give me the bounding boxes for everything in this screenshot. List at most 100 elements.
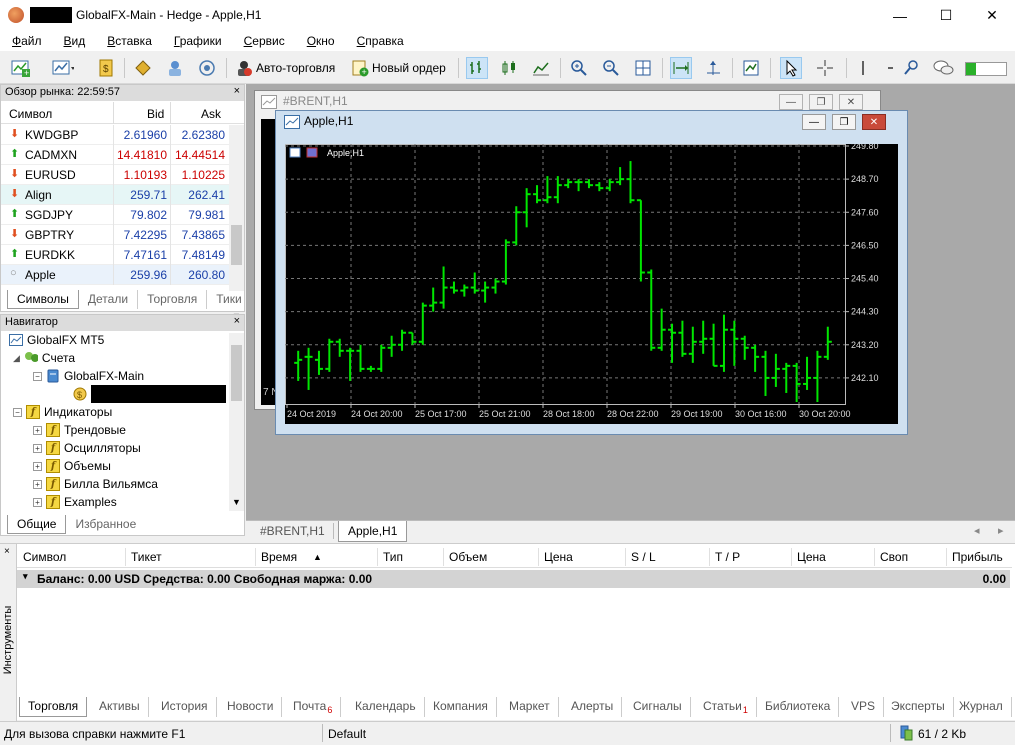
menu-view[interactable]: Вид (52, 31, 96, 51)
chart-tab-apple[interactable]: Apple,H1 (338, 521, 408, 542)
nav-account-login[interactable]: $ (73, 385, 226, 403)
toolbox-column-header[interactable]: Тикет (131, 550, 162, 564)
toolbox-column-header[interactable]: Время (261, 550, 297, 564)
price-chart[interactable]: 249.80 248.70 247.60 246.50 245.40 244.30 243.… (285, 144, 898, 424)
market-watch-row[interactable]: ⬆ CADMXN 14.41810 14.44514 (1, 145, 229, 165)
toolbox-tab[interactable]: Журнал (951, 697, 1012, 717)
toolbox-tab[interactable]: Торговля (19, 697, 88, 717)
autotrading-button[interactable]: Авто-торговля (232, 57, 338, 79)
scrollbar-thumb[interactable] (231, 345, 242, 401)
scroll-down-icon[interactable]: ▼ (232, 497, 241, 507)
market-watch-row[interactable]: ⬇ EURUSD 1.10193 1.10225 (1, 165, 229, 185)
toolbox-tab[interactable]: Активы (91, 697, 149, 717)
market-watch-scrollbar[interactable]: ▼ (229, 125, 244, 321)
tab-trading[interactable]: Торговля (138, 290, 208, 309)
profiles-icon[interactable] (52, 57, 74, 79)
tab-details[interactable]: Детали (79, 290, 139, 309)
market-watch-row[interactable]: ○ Apple 259.96 260.80 (1, 265, 229, 285)
column-header-bid[interactable]: Bid (147, 107, 164, 121)
menu-charts[interactable]: Графики (162, 31, 232, 51)
column-header-ask[interactable]: Ask (201, 107, 221, 121)
market-watch-row[interactable]: ⬆ EURDKK 7.47161 7.48149 (1, 245, 229, 265)
maximize-button[interactable]: ☐ (923, 0, 969, 31)
autoscroll-icon[interactable] (670, 57, 692, 79)
toolbox-tab[interactable]: История (153, 697, 217, 717)
candlestick-chart-icon[interactable] (498, 57, 520, 79)
signals-icon[interactable] (196, 57, 218, 79)
market-watch-row[interactable]: ⬇ KWDGBP 2.61960 2.62380 (1, 125, 229, 145)
toolbox-column-header[interactable]: Цена (544, 550, 573, 564)
menu-insert[interactable]: Вставка (95, 31, 162, 51)
chart-tab-brent[interactable]: #BRENT,H1 (252, 523, 334, 539)
chart-minimize-button[interactable]: — (802, 114, 826, 130)
status-profile[interactable]: Default (328, 727, 366, 741)
toolbox-column-header[interactable]: Тип (383, 550, 403, 564)
nav-indicator-group[interactable]: + f Осцилляторы (33, 439, 141, 457)
chart-restore-button[interactable]: ❐ (832, 114, 856, 130)
toolbox-tab[interactable]: Календарь (347, 697, 425, 717)
column-header-symbol[interactable]: Символ (9, 107, 52, 121)
toolbox-column-header[interactable]: Прибыль (952, 550, 1003, 564)
toolbox-close-button[interactable]: × (4, 546, 10, 557)
toolbox-tab[interactable]: Алерты (563, 697, 623, 717)
chart-shift-icon[interactable] (702, 57, 724, 79)
market-watch-row[interactable]: ⬇ Align 259.71 262.41 (1, 185, 229, 205)
tab-ticks[interactable]: Тики (207, 290, 250, 309)
toolbox-tab[interactable]: Новости (219, 697, 283, 717)
menu-window[interactable]: Окно (295, 31, 345, 51)
market-watch-row[interactable]: ⬆ SGDJPY 79.802 79.981 (1, 205, 229, 225)
data-window-icon[interactable] (132, 57, 154, 79)
toolbox-column-header[interactable]: Своп (880, 550, 908, 564)
bar-chart-icon[interactable] (466, 57, 488, 79)
new-order-button[interactable]: + Новый ордер (348, 57, 449, 79)
toolbox-tab[interactable]: Почта6 (285, 697, 342, 717)
toolbox-column-header[interactable]: Символ (23, 550, 66, 564)
line-chart-icon[interactable] (530, 57, 552, 79)
chart-close-button[interactable]: ✕ (862, 114, 886, 130)
toolbox-tab[interactable]: Компания (425, 697, 497, 717)
nav-accounts[interactable]: ◢ Счета (13, 349, 75, 367)
toolbox-column-header[interactable]: Объем (449, 550, 487, 564)
market-watch-close-button[interactable]: × (234, 85, 240, 97)
tab-favorites[interactable]: Избранное (66, 515, 145, 534)
minimize-button[interactable]: — (877, 0, 923, 31)
chart-close-button[interactable]: ✕ (839, 94, 863, 110)
toolbox-column-header[interactable]: S / L (631, 550, 656, 564)
indicators-list-icon[interactable] (740, 57, 762, 79)
menu-tools[interactable]: Сервис (232, 31, 295, 51)
horizontal-dash-icon[interactable] (880, 57, 902, 79)
tile-windows-icon[interactable] (632, 57, 654, 79)
scroll-left-icon[interactable]: ◂ (974, 524, 980, 537)
scroll-right-icon[interactable]: ▸ (998, 524, 1004, 537)
crosshair-icon[interactable] (814, 57, 836, 79)
scrollbar-thumb[interactable] (231, 225, 242, 265)
chat-icon[interactable] (932, 57, 954, 79)
nav-indicators[interactable]: − f Индикаторы (13, 403, 112, 421)
nav-account-item[interactable]: − GlobalFX-Main (33, 367, 144, 385)
market-watch-row[interactable]: ⬇ GBPTRY 7.42295 7.43865 (1, 225, 229, 245)
vertical-line-icon[interactable] (852, 57, 874, 79)
chart-window-apple[interactable]: Apple,H1 — ❐ ✕ 249.80 248.70 247.60 246.50 2… (275, 110, 908, 435)
close-button[interactable]: ✕ (969, 0, 1015, 31)
toolbox-tab[interactable]: Библиотека (757, 697, 840, 717)
toolbox-tab[interactable]: Маркет (501, 697, 559, 717)
market-watch-icon[interactable]: $ (95, 57, 117, 79)
nav-indicator-group[interactable]: + f Трендовые (33, 421, 126, 439)
navigator-scrollbar[interactable]: ▼ (229, 333, 244, 511)
navigator-close-button[interactable]: × (234, 315, 240, 327)
nav-indicator-group[interactable]: + f Examples (33, 493, 117, 511)
zoom-out-icon[interactable] (600, 57, 622, 79)
nav-indicator-group[interactable]: + f Объемы (33, 457, 111, 475)
menu-file[interactable]: Файл (0, 31, 52, 51)
navigator-icon[interactable] (164, 57, 186, 79)
nav-indicator-group[interactable]: + f Билла Вильямса (33, 475, 158, 493)
balance-row[interactable]: ▾ Баланс: 0.00 USD Средства: 0.00 Свобод… (17, 570, 1010, 588)
toolbox-column-header[interactable]: Цена (797, 550, 826, 564)
search-icon[interactable] (900, 57, 922, 79)
toolbox-tab[interactable]: Сигналы (625, 697, 691, 717)
tab-symbols[interactable]: Символы (7, 290, 79, 309)
toolbox-tab[interactable]: Статьи1 (695, 697, 757, 717)
cursor-icon[interactable] (780, 57, 802, 79)
menu-help[interactable]: Справка (345, 31, 414, 51)
tab-common[interactable]: Общие (7, 515, 67, 534)
